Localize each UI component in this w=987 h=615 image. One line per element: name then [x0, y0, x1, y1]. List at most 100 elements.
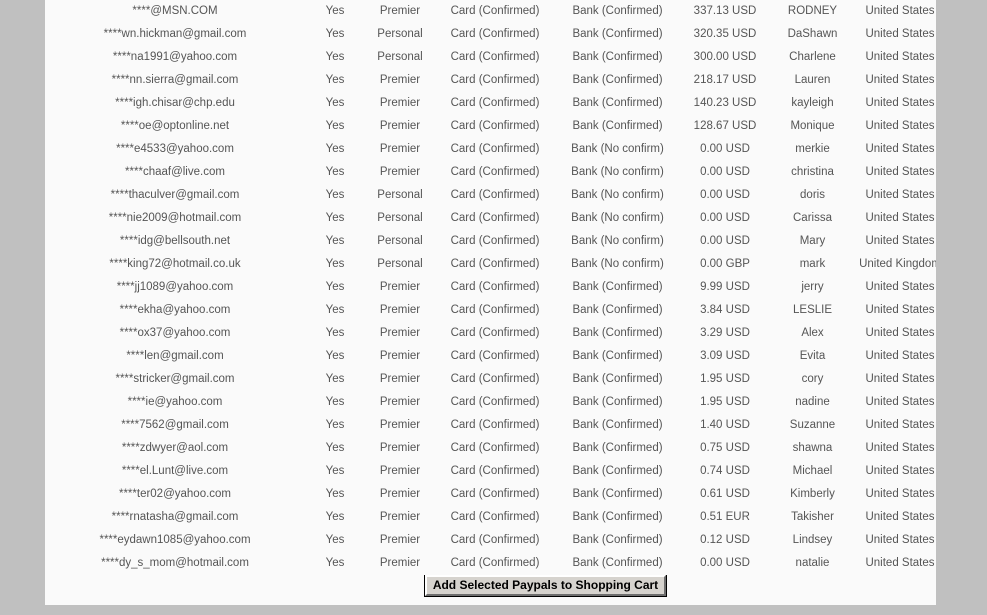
cell-bank-status: Bank (Confirmed) — [572, 557, 663, 569]
cell-name: LESLIE — [793, 304, 832, 316]
cell-verified: Yes — [325, 557, 345, 569]
cell-account-type: Premier — [379, 120, 421, 132]
cell-name: shawna — [792, 442, 833, 454]
cell-email: ****7562@gmail.com — [121, 419, 229, 431]
cell-bank-status: Bank (Confirmed) — [572, 97, 663, 109]
cell-email: ****chaaf@live.com — [125, 166, 225, 178]
cell-bank-status: Bank (Confirmed) — [572, 120, 663, 132]
cell-name: RODNEY — [787, 5, 838, 17]
cell-country: United States — [865, 281, 935, 293]
table-row: ****ie@yahoo.com Yes Premier Card (Confirme… — [45, 391, 936, 414]
cell-balance: 128.67 USD — [693, 120, 757, 132]
cell-name: Suzanne — [789, 419, 836, 431]
paypal-accounts-table: ****@MSN.COM Yes Premier Card (Confirmed) Ba… — [45, 0, 936, 598]
cell-email: ****stricker@gmail.com — [115, 373, 235, 385]
table-row: ****ekha@yahoo.com Yes Premier Card (Confir… — [45, 299, 936, 322]
table-row: ****jj1089@yahoo.com Yes Premier Card (Conf… — [45, 276, 936, 299]
cell-country: United States — [865, 166, 935, 178]
table-row: ****rnatasha@gmail.com Yes Premier Card (Co… — [45, 506, 936, 529]
cell-verified: Yes — [325, 120, 345, 132]
cell-verified: Yes — [325, 511, 345, 523]
cell-country: United States — [865, 120, 935, 132]
cell-email: ****oe@optonline.net — [120, 120, 230, 132]
cell-email: ****e4533@yahoo.com — [116, 143, 234, 155]
cell-balance: 3.09 USD — [700, 350, 750, 362]
cell-email: ****eydawn1085@yahoo.com — [99, 534, 251, 546]
cell-card-status: Card (Confirmed) — [450, 327, 540, 339]
table-row: ****el.Lunt@live.com Yes Premier Card (Conf… — [45, 460, 936, 483]
cell-card-status: Card (Confirmed) — [450, 304, 540, 316]
cell-country: United States — [865, 534, 935, 546]
cell-card-status: Card (Confirmed) — [450, 212, 540, 224]
cell-account-type: Personal — [377, 189, 423, 201]
table-row: ****ter02@yahoo.com Yes Premier Card (Confi… — [45, 483, 936, 506]
cell-bank-status: Bank (Confirmed) — [572, 442, 663, 454]
table-row: ****7562@gmail.com Yes Premier Card (Confir… — [45, 414, 936, 437]
cell-card-status: Card (Confirmed) — [450, 51, 540, 63]
cell-bank-status: Bank (Confirmed) — [572, 534, 663, 546]
cell-balance: 0.00 USD — [700, 166, 750, 178]
cell-verified: Yes — [325, 327, 345, 339]
cell-country: United States — [865, 97, 935, 109]
cell-card-status: Card (Confirmed) — [450, 74, 540, 86]
cell-email: ****na1991@yahoo.com — [112, 51, 238, 63]
cell-name: DaShawn — [787, 28, 838, 40]
cell-bank-status: Bank (Confirmed) — [572, 511, 663, 523]
cell-country: United States — [865, 143, 935, 155]
cell-name: doris — [800, 189, 825, 201]
cell-verified: Yes — [325, 465, 345, 477]
cell-email: ****nie2009@hotmail.com — [108, 212, 242, 224]
cell-name: Charlene — [789, 51, 836, 63]
cell-bank-status: Bank (Confirmed) — [572, 327, 663, 339]
cell-account-type: Personal — [377, 212, 423, 224]
cell-country: United States — [865, 235, 935, 247]
cell-card-status: Card (Confirmed) — [450, 465, 540, 477]
table-row: ****na1991@yahoo.com Yes Personal Card (Con… — [45, 46, 936, 69]
cell-name: natalie — [795, 557, 830, 569]
cell-name: mark — [799, 258, 826, 270]
cell-verified: Yes — [325, 143, 345, 155]
table-row: ****wn.hickman@gmail.com Yes Personal Card … — [45, 23, 936, 46]
cell-verified: Yes — [325, 350, 345, 362]
cell-card-status: Card (Confirmed) — [450, 28, 540, 40]
cell-balance: 0.00 USD — [700, 235, 750, 247]
cell-account-type: Premier — [379, 511, 421, 523]
cell-country: United States — [865, 74, 935, 86]
cell-country: United States — [865, 511, 935, 523]
cell-balance: 0.74 USD — [700, 465, 750, 477]
cell-verified: Yes — [325, 166, 345, 178]
cell-name: merkie — [795, 143, 830, 155]
cell-verified: Yes — [325, 51, 345, 63]
cell-verified: Yes — [325, 235, 345, 247]
add-selected-paypals-button[interactable]: Add Selected Paypals to Shopping Cart — [423, 575, 668, 597]
cell-verified: Yes — [325, 258, 345, 270]
cell-card-status: Card (Confirmed) — [450, 120, 540, 132]
cell-bank-status: Bank (Confirmed) — [572, 488, 663, 500]
table-row: ****nie2009@hotmail.com Yes Personal Card (… — [45, 207, 936, 230]
cell-account-type: Personal — [377, 258, 423, 270]
cell-verified: Yes — [325, 373, 345, 385]
cell-email: ****nn.sierra@gmail.com — [111, 74, 239, 86]
cell-account-type: Personal — [377, 235, 423, 247]
table-row: ****idg@bellsouth.net Yes Personal Card (Co… — [45, 230, 936, 253]
cell-card-status: Card (Confirmed) — [450, 442, 540, 454]
cell-email: ****dy_s_mom@hotmail.com — [101, 557, 249, 569]
cell-country: United States — [865, 212, 935, 224]
cell-balance: 0.00 USD — [700, 212, 750, 224]
cell-account-type: Premier — [379, 143, 421, 155]
cell-account-type: Premier — [379, 304, 421, 316]
cell-account-type: Premier — [379, 97, 421, 109]
cell-balance: 0.00 USD — [700, 189, 750, 201]
cell-name: Takisher — [791, 511, 834, 523]
cell-country: United States — [865, 396, 935, 408]
cell-account-type: Premier — [379, 350, 421, 362]
cell-bank-status: Bank (No confirm) — [571, 212, 664, 224]
cell-email: ****rnatasha@gmail.com — [111, 511, 239, 523]
cell-name: Kimberly — [790, 488, 835, 500]
cell-country: United Kingdom — [859, 258, 936, 270]
cell-verified: Yes — [325, 281, 345, 293]
cell-country: United States — [865, 488, 935, 500]
cell-balance: 3.84 USD — [700, 304, 750, 316]
cell-card-status: Card (Confirmed) — [450, 235, 540, 247]
table-row: ****@MSN.COM Yes Premier Card (Confirmed) Ba… — [45, 0, 936, 23]
